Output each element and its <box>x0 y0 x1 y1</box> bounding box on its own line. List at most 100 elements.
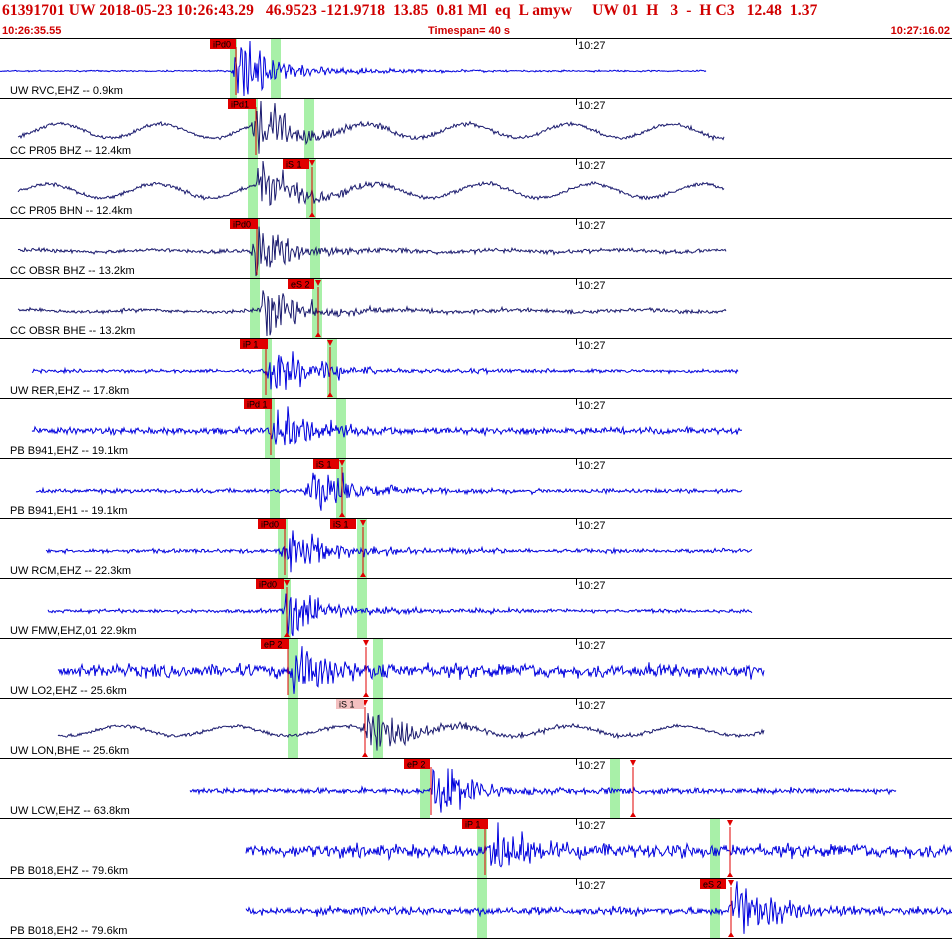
event-title: 61391701 UW 2018-05-23 10:26:43.29 46.95… <box>2 2 818 19</box>
phase-pick-label[interactable]: iS 1 <box>283 159 309 170</box>
waveform-canvas[interactable]: iPd1 <box>0 99 952 159</box>
phase-pick-label[interactable]: iPd0 <box>230 219 258 230</box>
svg-text:iPd0: iPd0 <box>261 520 279 530</box>
svg-text:iPd0: iPd0 <box>259 580 277 590</box>
time-tick-label: 10:27 <box>578 160 606 172</box>
svg-text:iPd 1: iPd 1 <box>247 400 268 410</box>
svg-text:iPd1: iPd1 <box>231 100 249 110</box>
waveform-trace <box>57 646 765 694</box>
pick-triangle-bottom <box>728 932 734 937</box>
seismogram-panels[interactable]: iPd0 10:27 UW RVC,EHZ -- 0.9km iPd1 10:27 CC … <box>0 39 952 940</box>
waveform-canvas[interactable]: iS 1 <box>0 159 952 219</box>
svg-text:eP 2: eP 2 <box>407 760 425 770</box>
channel-panel[interactable]: iS 1 10:27 UW LON,BHE -- 25.6km <box>0 699 952 759</box>
waveform-canvas[interactable]: iS 1 <box>0 699 952 759</box>
time-tick <box>576 219 577 225</box>
channel-label: UW RCM,EHZ -- 22.3km <box>10 565 131 577</box>
channel-panel[interactable]: iPd1 10:27 CC PR05 BHZ -- 12.4km <box>0 99 952 159</box>
channel-panel[interactable]: iPd0 10:27 UW FMW,EHZ,01 22.9km <box>0 579 952 639</box>
channel-label: CC PR05 BHZ -- 12.4km <box>10 145 132 157</box>
time-tick-label: 10:27 <box>578 820 606 832</box>
pick-triangle-bottom <box>363 692 369 697</box>
phase-pick-label[interactable]: iP 1 <box>240 339 268 350</box>
waveform-canvas[interactable]: eS 2 <box>0 879 952 939</box>
time-tick-label: 10:27 <box>578 580 606 592</box>
channel-label: CC PR05 BHN -- 12.4km <box>10 205 133 217</box>
waveform-canvas[interactable]: iPd0 <box>0 219 952 279</box>
svg-text:iS 1: iS 1 <box>286 160 302 170</box>
channel-panel[interactable]: eP 2 10:27 UW LCW,EHZ -- 63.8km <box>0 759 952 819</box>
waveform-canvas[interactable]: iPd0 <box>0 39 952 99</box>
waveform-canvas[interactable]: iP 1 <box>0 339 952 399</box>
timespan-label: Timespan= 40 s <box>428 25 511 37</box>
channel-panel[interactable]: iPd0 iS 1 10:27 UW RCM,EHZ -- 22.3km <box>0 519 952 579</box>
time-tick-label: 10:27 <box>578 400 606 412</box>
time-tick-label: 10:27 <box>578 100 606 112</box>
time-tick <box>576 639 577 645</box>
pick-triangle-bottom <box>630 812 636 817</box>
start-time: 10:26:35.55 <box>2 25 62 37</box>
waveform-trace <box>31 406 743 446</box>
event-header: 61391701 UW 2018-05-23 10:26:43.29 46.95… <box>0 0 952 40</box>
waveform-canvas[interactable]: iP 1 <box>0 819 952 879</box>
time-tick <box>576 819 577 825</box>
time-tick <box>576 519 577 525</box>
phase-pick-label[interactable]: iPd 1 <box>244 399 272 410</box>
channel-panel[interactable]: iS 1 10:27 PB B941,EH1 -- 19.1km <box>0 459 952 519</box>
channel-panel[interactable]: iPd 1 10:27 PB B941,EHZ -- 19.1km <box>0 399 952 459</box>
phase-window <box>288 699 298 758</box>
time-tick-label: 10:27 <box>578 880 606 892</box>
channel-label: PB B018,EHZ -- 79.6km <box>10 865 128 877</box>
channel-label: PB B018,EH2 -- 79.6km <box>10 925 128 937</box>
channel-panel[interactable]: eS 2 10:27 CC OBSR BHE -- 13.2km <box>0 279 952 339</box>
phase-pick-label[interactable]: iPd1 <box>228 99 256 110</box>
svg-text:iP 1: iP 1 <box>243 340 258 350</box>
waveform-canvas[interactable]: eP 2 <box>0 639 952 699</box>
time-tick <box>576 99 577 105</box>
phase-pick-label[interactable]: eS 2 <box>700 879 726 890</box>
phase-pick-label[interactable]: eS 2 <box>288 279 314 290</box>
end-time: 10:27:16.02 <box>890 25 950 37</box>
phase-pick-label[interactable]: eP 2 <box>404 759 430 770</box>
channel-panel[interactable]: iPd0 10:27 CC OBSR BHZ -- 13.2km <box>0 219 952 279</box>
waveform-canvas[interactable]: eS 2 <box>0 279 952 339</box>
channel-panel[interactable]: iS 1 10:27 CC PR05 BHN -- 12.4km <box>0 159 952 219</box>
waveform-trace <box>35 472 743 511</box>
pick-triangle-top <box>727 820 733 826</box>
phase-pick-label[interactable]: iPd0 <box>258 519 286 530</box>
waveform-canvas[interactable]: iS 1 <box>0 459 952 519</box>
phase-pick-label[interactable]: eP 2 <box>261 639 289 650</box>
channel-panel[interactable]: iP 1 10:27 UW RER,EHZ -- 17.8km <box>0 339 952 399</box>
time-tick-label: 10:27 <box>578 460 606 472</box>
phase-pick-label[interactable]: iS 1 <box>313 459 339 470</box>
pick-triangle-top <box>630 760 636 766</box>
waveform-canvas[interactable]: iPd 1 <box>0 399 952 459</box>
waveform-canvas[interactable]: iPd0 iS 1 <box>0 519 952 579</box>
phase-pick-label[interactable]: iS 1 <box>336 699 364 710</box>
waveform-canvas[interactable]: eP 2 <box>0 759 952 819</box>
channel-label: PB B941,EHZ -- 19.1km <box>10 445 128 457</box>
svg-text:iP 1: iP 1 <box>465 820 480 830</box>
svg-text:iPd0: iPd0 <box>213 40 231 50</box>
phase-window <box>248 159 258 218</box>
channel-panel[interactable]: iPd0 10:27 UW RVC,EHZ -- 0.9km <box>0 39 952 99</box>
time-tick <box>576 399 577 405</box>
time-tick <box>576 579 577 585</box>
channel-panel[interactable]: eS 2 10:27 PB B018,EH2 -- 79.6km <box>0 879 952 939</box>
time-tick-label: 10:27 <box>578 760 606 772</box>
channel-panel[interactable]: eP 2 10:27 UW LO2,EHZ -- 25.6km <box>0 639 952 699</box>
waveform-trace <box>31 351 739 390</box>
phase-pick-label[interactable]: iS 1 <box>330 519 356 530</box>
time-tick <box>576 459 577 465</box>
phase-pick-label[interactable]: iPd0 <box>256 579 284 590</box>
pick-triangle-top <box>363 640 369 646</box>
channel-panel[interactable]: iP 1 10:27 PB B018,EHZ -- 79.6km <box>0 819 952 879</box>
channel-label: UW LON,BHE -- 25.6km <box>10 745 130 757</box>
phase-pick-label[interactable]: iP 1 <box>462 819 488 830</box>
pick-triangle-bottom <box>727 872 733 877</box>
waveform-trace <box>45 530 753 573</box>
channel-label: UW RVC,EHZ -- 0.9km <box>10 85 123 97</box>
phase-pick-label[interactable]: iPd0 <box>210 39 236 50</box>
phase-window <box>304 99 314 158</box>
waveform-canvas[interactable]: iPd0 <box>0 579 952 639</box>
